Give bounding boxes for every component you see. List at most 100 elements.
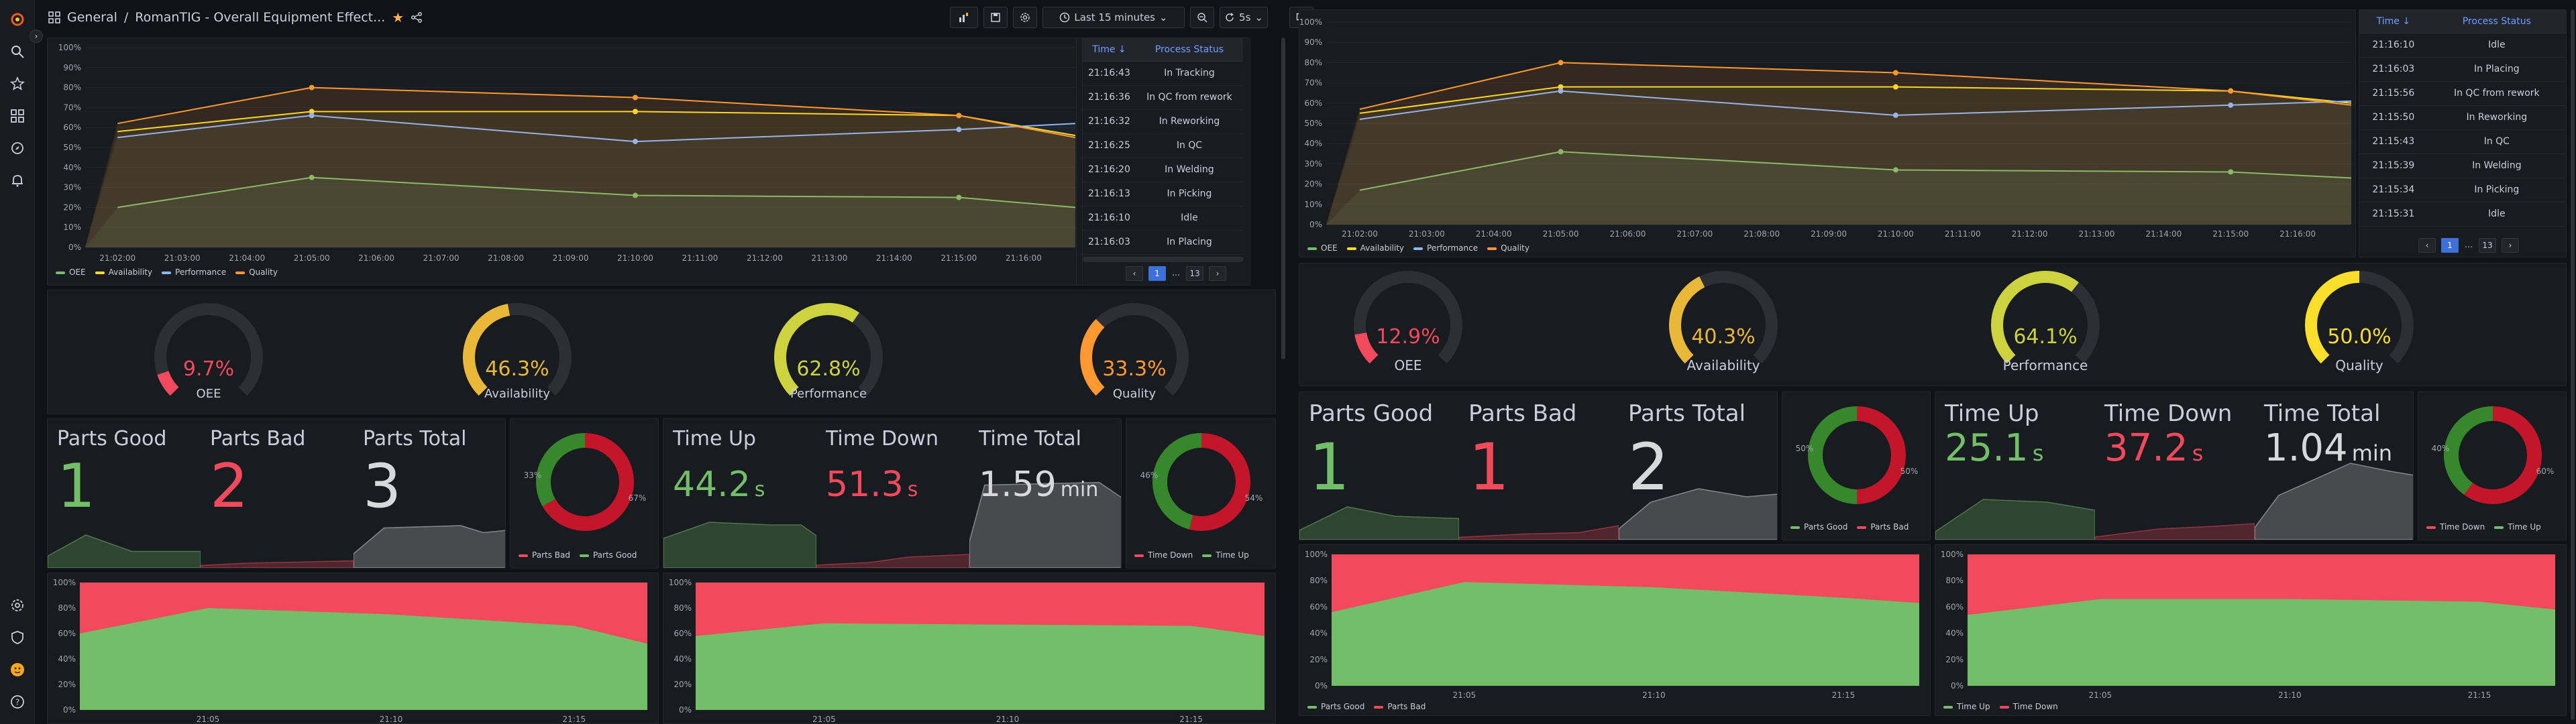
x-tick-label: 21:14:00 — [2145, 229, 2182, 239]
y-tick-label: 50% — [63, 143, 81, 152]
time-range-label: Last 15 minutes — [1074, 11, 1155, 23]
stat-parts-good: Parts Good 1 — [48, 419, 201, 568]
y-tick-label: 40% — [58, 654, 76, 664]
save-dashboard-button[interactable] — [983, 7, 1008, 28]
refresh-icon — [1226, 13, 1234, 21]
cell-status: Idle — [1135, 206, 1243, 231]
page-button-current[interactable]: 1 — [2441, 238, 2459, 253]
legend-item-quality[interactable]: Quality — [235, 267, 278, 277]
prev-page-button[interactable]: ‹ — [1126, 266, 1143, 281]
donut-label: 50% — [1900, 467, 1919, 476]
legend-item[interactable]: Parts Good — [579, 550, 637, 560]
table-row: 21:16:13 In Picking — [1083, 182, 1243, 206]
legend-item[interactable]: Parts Bad — [519, 550, 570, 560]
legend-item-oee[interactable]: OEE — [56, 267, 86, 277]
favorite-star-icon[interactable]: ★ — [392, 9, 404, 25]
column-header-status[interactable]: Process Status — [2427, 10, 2566, 34]
legend-label: Availability — [1360, 243, 1405, 253]
side-nav-rail: ? — [0, 0, 35, 724]
legend-item-quality[interactable]: Quality — [1487, 243, 1529, 253]
share-icon[interactable] — [411, 11, 423, 23]
zoom-out-button[interactable] — [1190, 7, 1214, 28]
legend-item[interactable]: Parts Good — [1790, 522, 1847, 532]
legend-item-oee[interactable]: OEE — [1307, 243, 1338, 253]
legend-item-availability[interactable]: Availability — [1346, 243, 1405, 253]
gauge-arc — [463, 303, 572, 396]
gauges-panel-right: 12.9% OEE 40.3% Availability 64.1% Perfo… — [1299, 263, 2567, 386]
y-tick-label: 80% — [1309, 576, 1328, 585]
explore-icon[interactable] — [10, 141, 25, 156]
legend-item[interactable]: Time Down — [1134, 550, 1193, 560]
prev-page-button[interactable]: ‹ — [2418, 238, 2436, 253]
page-button-last[interactable]: 13 — [1186, 266, 1203, 281]
y-tick-label: 40% — [1309, 629, 1328, 638]
legend-item[interactable]: Parts Bad — [1374, 702, 1426, 711]
parts-pie-legend: Parts Bad Parts Good — [519, 550, 637, 560]
legend-item[interactable]: Time Down — [2426, 522, 2485, 532]
legend-item[interactable]: Time Up — [2494, 522, 2541, 532]
page-button-current[interactable]: 1 — [1148, 266, 1166, 281]
gauge-quality: 33.3% Quality — [1067, 290, 1201, 414]
add-panel-button[interactable] — [950, 7, 978, 28]
x-tick-label: 21:10 — [1642, 690, 1666, 700]
next-page-button[interactable]: › — [2502, 238, 2519, 253]
column-header-time[interactable]: Time ↓ — [1083, 38, 1136, 62]
shield-icon[interactable] — [10, 630, 25, 645]
breadcrumb: General / RomanTIG - Overall Equipment E… — [48, 9, 423, 25]
legend-label: Parts Bad — [1387, 702, 1426, 711]
page-vertical-scrollbar[interactable] — [2571, 9, 2575, 720]
cell-status: In Picking — [2427, 178, 2566, 202]
dashboard-title[interactable]: RomanTIG - Overall Equipment Effect... — [135, 10, 385, 25]
dashboards-grid-icon — [48, 11, 60, 23]
stat-value: 3 — [363, 451, 402, 522]
legend-item[interactable]: Time Up — [1202, 550, 1249, 560]
settings-gear-icon — [1020, 13, 1030, 22]
x-tick-label: 21:10 — [2278, 690, 2302, 700]
legend-item-availability[interactable]: Availability — [95, 267, 152, 277]
stat-title: Parts Good — [57, 427, 167, 450]
legend-item-performance[interactable]: Performance — [162, 267, 226, 277]
page-vertical-scrollbar[interactable] — [1281, 38, 1285, 359]
refresh-picker[interactable]: 5s ⌄ — [1220, 7, 1268, 28]
legend-label: Time Down — [1148, 550, 1193, 560]
cell-time: 21:15:56 — [2359, 81, 2428, 106]
time-range-picker[interactable]: Last 15 minutes ⌄ — [1042, 7, 1185, 28]
y-tick-label: 0% — [63, 705, 76, 715]
alerting-icon[interactable] — [10, 173, 25, 188]
legend-label: Availability — [108, 267, 153, 277]
dashboard-settings-button[interactable] — [1013, 7, 1037, 28]
breadcrumb-folder[interactable]: General — [67, 10, 117, 25]
gauge-value: 9.7% — [182, 357, 235, 381]
star-icon[interactable] — [10, 76, 25, 91]
column-header-status[interactable]: Process Status — [1135, 38, 1243, 62]
settings-icon[interactable] — [10, 598, 25, 613]
chevron-down-icon: ⌄ — [1254, 11, 1263, 23]
sparkline — [2095, 523, 2255, 540]
series-area-quality — [1326, 62, 2351, 225]
sparkline-area — [1459, 525, 1619, 540]
legend-item[interactable]: Time Up — [1943, 702, 1990, 711]
x-tick-label: 21:05 — [197, 715, 220, 724]
grafana-logo-icon[interactable] — [10, 12, 25, 27]
next-page-button[interactable]: › — [1209, 266, 1226, 281]
gauge-arc — [154, 303, 263, 396]
user-avatar-icon[interactable] — [10, 662, 25, 677]
dashboards-icon[interactable] — [10, 109, 25, 123]
legend-item[interactable]: Time Down — [1999, 702, 2058, 711]
time-stats-panel-right: Time Up 25.1 s Time Down 37.2 s Time Total… — [1935, 391, 2414, 540]
page-button-last[interactable]: 13 — [2479, 238, 2496, 253]
dock-menu-toggle[interactable]: › — [30, 29, 43, 43]
legend-item[interactable]: Parts Good — [1307, 702, 1364, 711]
time-pie-panel-right: 40% 60% Time Down Time Up — [2418, 391, 2567, 540]
sparkline-area — [816, 554, 969, 568]
legend-item-performance[interactable]: Performance — [1413, 243, 1478, 253]
stat-value: 51.3 s — [826, 467, 918, 502]
search-icon[interactable] — [10, 44, 25, 59]
column-header-time[interactable]: Time ↓ — [2359, 10, 2428, 34]
stat-time-up: Time Up 25.1 s — [1935, 392, 2095, 540]
table-horizontal-scrollbar[interactable] — [1083, 257, 1244, 262]
gauges-panel-left: 9.7% OEE 46.3% Availability 62.8% Perfor… — [47, 290, 1276, 414]
stat-parts-bad: Parts Bad 2 — [201, 419, 354, 568]
legend-item[interactable]: Parts Bad — [1857, 522, 1909, 532]
help-icon[interactable]: ? — [10, 695, 25, 709]
